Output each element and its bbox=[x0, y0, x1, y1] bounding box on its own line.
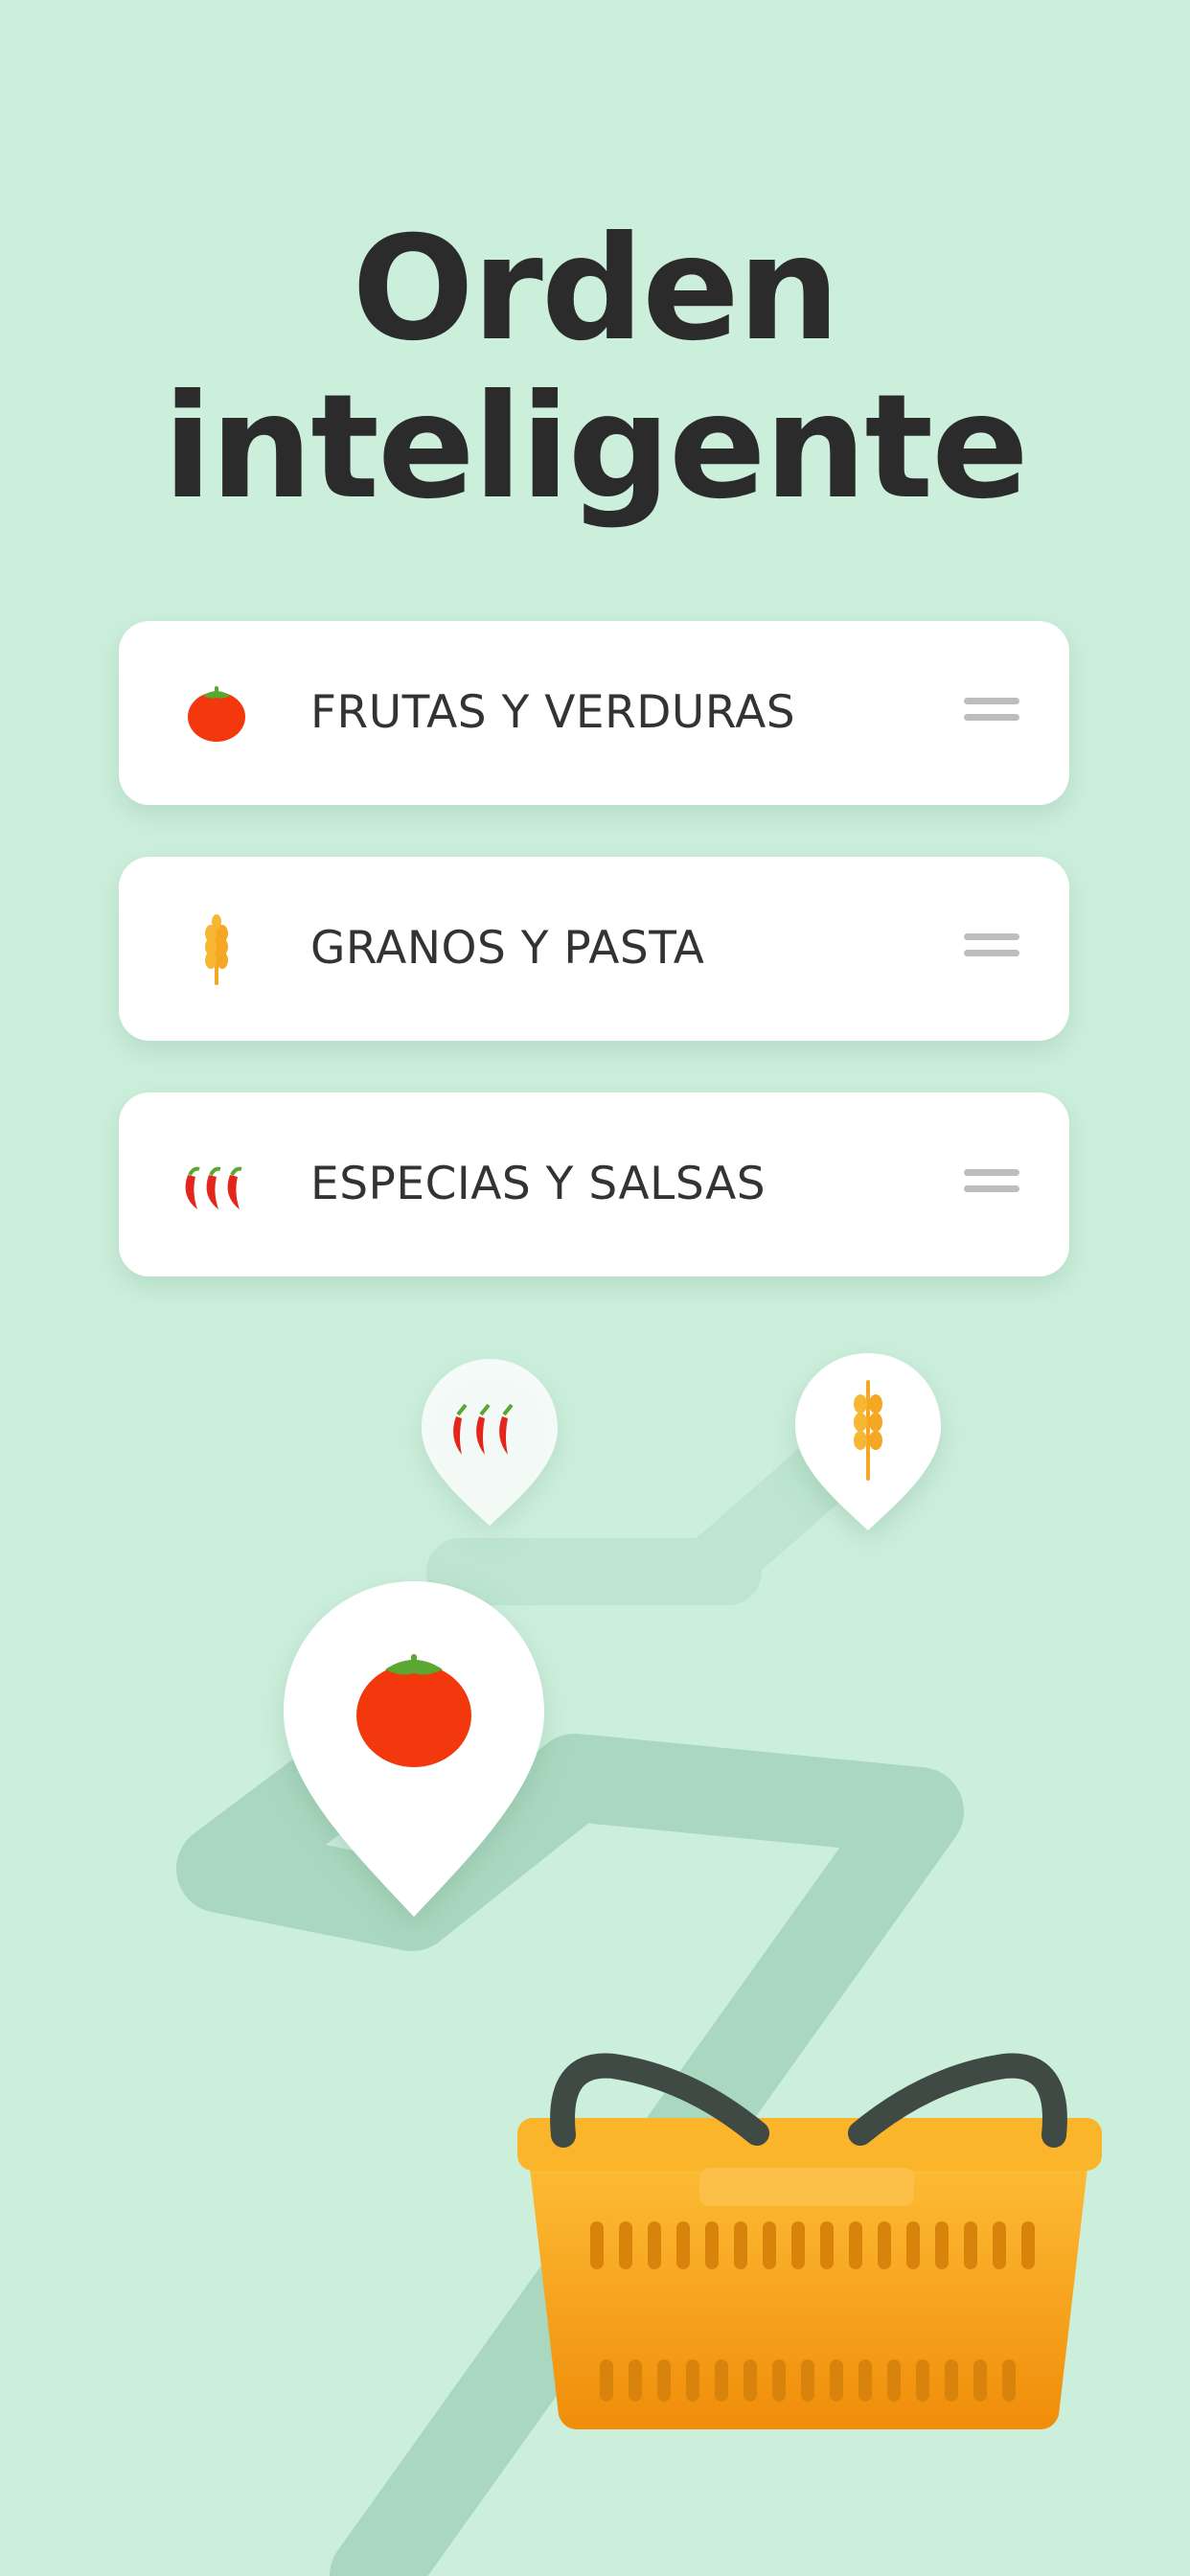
route-illustration bbox=[176, 1353, 1102, 2576]
chili-pin-icon bbox=[422, 1359, 558, 1526]
shopping-basket-icon bbox=[517, 2053, 1102, 2429]
